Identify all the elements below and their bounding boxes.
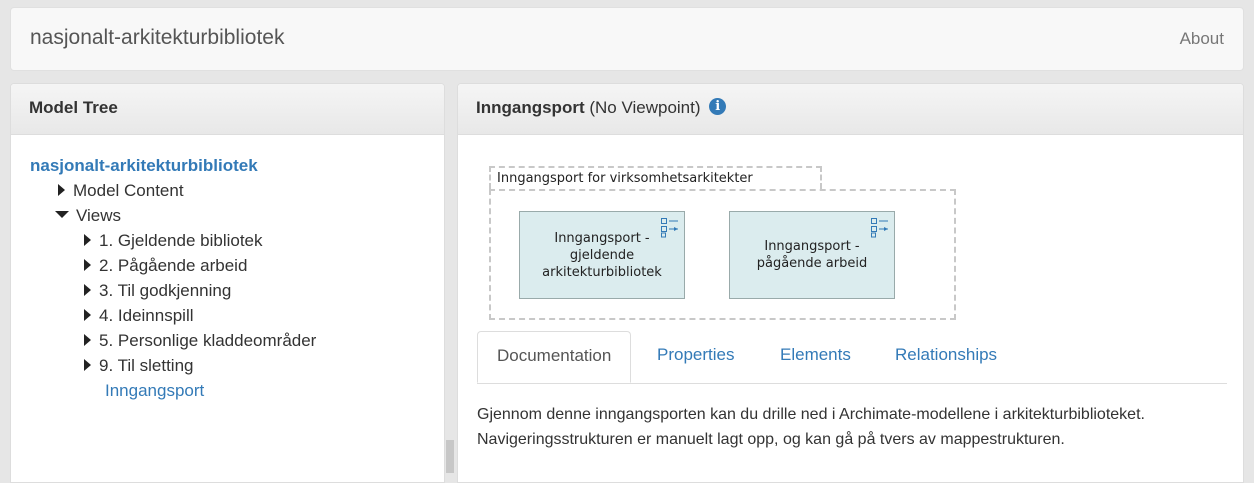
tree-item-label: Views (76, 206, 122, 225)
view-reference-icon (871, 218, 888, 238)
group-label: Inngangsport for virksomhetsarkitekter (489, 166, 822, 189)
view-reference-icon (661, 218, 678, 238)
diagram-element[interactable]: Inngangsport - pågående arbeid (729, 211, 895, 299)
about-link[interactable]: About (1180, 29, 1224, 49)
tree-item-label: Model Content (73, 181, 184, 200)
tree-root-link[interactable]: nasjonalt-arkitekturbibliotek (30, 156, 258, 176)
tab-documentation[interactable]: Documentation (477, 331, 632, 383)
tree-item-label: 3. Til godkjenning (99, 281, 232, 300)
view-title: Inngangsport (476, 98, 585, 117)
tree-item-folder[interactable]: 4. Ideinnspill (84, 306, 194, 326)
model-tree-heading: Model Tree (11, 84, 444, 135)
caret-right-icon[interactable] (84, 258, 91, 271)
view-tabs: Documentation Properties Elements Relati… (477, 331, 1227, 384)
view-heading: Inngangsport (No Viewpoint) i (458, 84, 1243, 135)
scrollbar-thumb[interactable] (446, 440, 454, 473)
element-label: Inngangsport - gjeldende arkitekturbibli… (542, 230, 662, 280)
tree-item-current-view[interactable]: Inngangsport (105, 381, 204, 401)
tree-item-folder[interactable]: 5. Personlige kladdeområder (84, 331, 316, 351)
element-label: Inngangsport - pågående arbeid (756, 239, 868, 271)
info-icon[interactable]: i (709, 98, 727, 115)
tree-item-label: 5. Personlige kladdeområder (99, 331, 317, 350)
tree-item-folder[interactable]: 2. Pågående arbeid (84, 256, 247, 276)
tree-item-model-content[interactable]: Model Content (58, 181, 184, 201)
tab-relationships[interactable]: Relationships (895, 331, 997, 383)
tree-item-label: 4. Ideinnspill (99, 306, 194, 325)
view-panel: Inngangsport (No Viewpoint) i Inngangspo… (457, 83, 1244, 483)
documentation-text: Gjennom denne inngangsporten kan du dril… (477, 406, 1145, 448)
top-navbar: nasjonalt-arkitekturbibliotek About (10, 7, 1244, 71)
tree-item-label: 9. Til sletting (99, 356, 194, 375)
tree-item-views[interactable]: Views (55, 206, 121, 226)
tree-item-folder[interactable]: 3. Til godkjenning (84, 281, 231, 301)
caret-right-icon[interactable] (84, 308, 91, 321)
model-tree-panel: Model Tree nasjonalt-arkitekturbibliotek… (10, 83, 445, 483)
tree-item-label: 1. Gjeldende bibliotek (99, 231, 263, 250)
tree-item-folder[interactable]: 1. Gjeldende bibliotek (84, 231, 263, 251)
tab-properties[interactable]: Properties (657, 331, 734, 383)
tree-item-label: 2. Pågående arbeid (99, 256, 248, 275)
viewpoint-label: (No Viewpoint) (589, 98, 701, 117)
view-diagram: Inngangsport for virksomhetsarkitekter I… (489, 166, 957, 320)
diagram-element[interactable]: Inngangsport - gjeldende arkitekturbibli… (519, 211, 685, 299)
caret-right-icon[interactable] (84, 333, 91, 346)
caret-right-icon[interactable] (84, 358, 91, 371)
tab-elements[interactable]: Elements (780, 331, 851, 383)
caret-down-icon[interactable] (55, 211, 69, 219)
caret-right-icon[interactable] (84, 233, 91, 246)
brand-title[interactable]: nasjonalt-arkitekturbibliotek (30, 26, 284, 50)
caret-right-icon[interactable] (58, 183, 65, 196)
tree-item-folder[interactable]: 9. Til sletting (84, 356, 194, 376)
model-tree-title: Model Tree (29, 98, 118, 117)
caret-right-icon[interactable] (84, 283, 91, 296)
